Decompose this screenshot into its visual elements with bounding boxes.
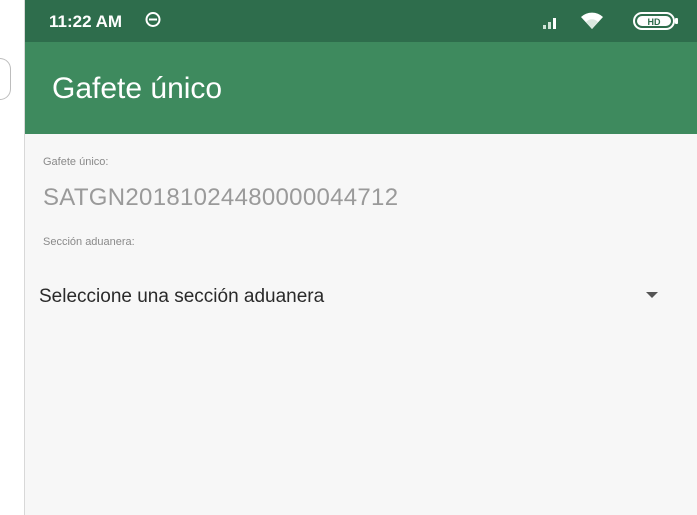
signal-icon <box>543 18 556 29</box>
seccion-label: Sección aduanera: <box>43 236 135 248</box>
status-time: 11:22 AM <box>49 12 123 31</box>
battery-label: HD <box>648 17 661 27</box>
notification-icon <box>145 12 161 27</box>
app-bar: Gafete único <box>25 42 697 134</box>
page-title: Gafete único <box>52 72 223 105</box>
app-screen: 11:22 AM HD Gafete único Gafete único: S… <box>24 0 697 515</box>
seccion-select-value: Seleccione una sección aduanera <box>39 286 325 307</box>
battery-icon: HD <box>633 12 678 30</box>
dropdown-arrow-icon[interactable] <box>646 292 658 298</box>
window-edge <box>0 58 11 100</box>
gafete-label: Gafete único: <box>43 156 109 168</box>
wifi-icon <box>581 12 603 29</box>
seccion-aduanera-select[interactable]: Seleccione una sección aduanera <box>25 274 697 318</box>
gafete-value: SATGN20181024480000044712 <box>43 184 399 211</box>
form-content: Gafete único: SATGN20181024480000044712 … <box>25 134 697 515</box>
status-bar: 11:22 AM HD <box>25 0 697 42</box>
